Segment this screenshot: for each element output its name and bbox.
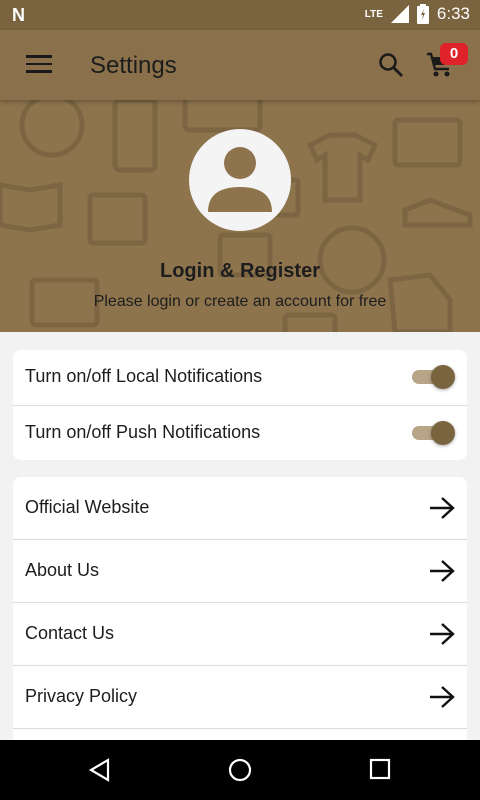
- avatar[interactable]: [189, 129, 291, 231]
- back-icon[interactable]: [88, 758, 112, 782]
- official-website-row[interactable]: Official Website: [13, 477, 467, 540]
- about-us-label: About Us: [25, 560, 100, 580]
- arrow-right-icon: [430, 686, 455, 708]
- arrow-right-icon: [430, 623, 455, 645]
- status-bar: N LTE 6:33: [0, 0, 480, 30]
- push-notifications-toggle[interactable]: [409, 421, 455, 445]
- login-register-title: Login & Register: [159, 260, 320, 282]
- signal-icon: [390, 5, 409, 23]
- arrow-right-icon: [430, 560, 455, 582]
- home-icon[interactable]: [228, 758, 252, 782]
- login-header[interactable]: Login & Register Please login or create …: [0, 100, 480, 332]
- page-title: Settings: [90, 52, 177, 79]
- privacy-policy-label: Privacy Policy: [25, 686, 138, 706]
- n-notification-icon: N: [12, 5, 25, 25]
- local-notifications-label: Turn on/off Local Notifications: [25, 366, 263, 386]
- local-notifications-row[interactable]: Turn on/off Local Notifications: [13, 350, 467, 406]
- cart-count-badge: 0: [440, 43, 468, 65]
- push-notifications-label: Turn on/off Push Notifications: [25, 422, 261, 442]
- system-nav-bar: [0, 740, 480, 800]
- recents-icon[interactable]: [369, 758, 391, 780]
- notifications-card: Turn on/off Local Notifications Turn on/…: [13, 350, 467, 460]
- search-icon[interactable]: [378, 52, 404, 78]
- app-bar: Settings 0: [0, 30, 480, 100]
- links-card: Official Website About Us Contact Us Pri…: [13, 477, 467, 752]
- official-website-label: Official Website: [25, 497, 150, 517]
- contact-us-row[interactable]: Contact Us: [13, 603, 467, 666]
- login-register-subtitle: Please login or create an account for fr…: [93, 293, 387, 310]
- arrow-right-icon: [430, 497, 455, 519]
- about-us-row[interactable]: About Us: [13, 540, 467, 603]
- contact-us-label: Contact Us: [25, 623, 115, 643]
- local-notifications-toggle[interactable]: [409, 365, 455, 389]
- user-icon: [208, 147, 272, 212]
- battery-icon: [416, 4, 429, 24]
- clock: 6:33: [436, 4, 470, 23]
- push-notifications-row[interactable]: Turn on/off Push Notifications: [13, 406, 467, 461]
- privacy-policy-row[interactable]: Privacy Policy: [13, 666, 467, 729]
- lte-indicator: LTE: [364, 8, 383, 20]
- menu-icon[interactable]: [26, 55, 52, 73]
